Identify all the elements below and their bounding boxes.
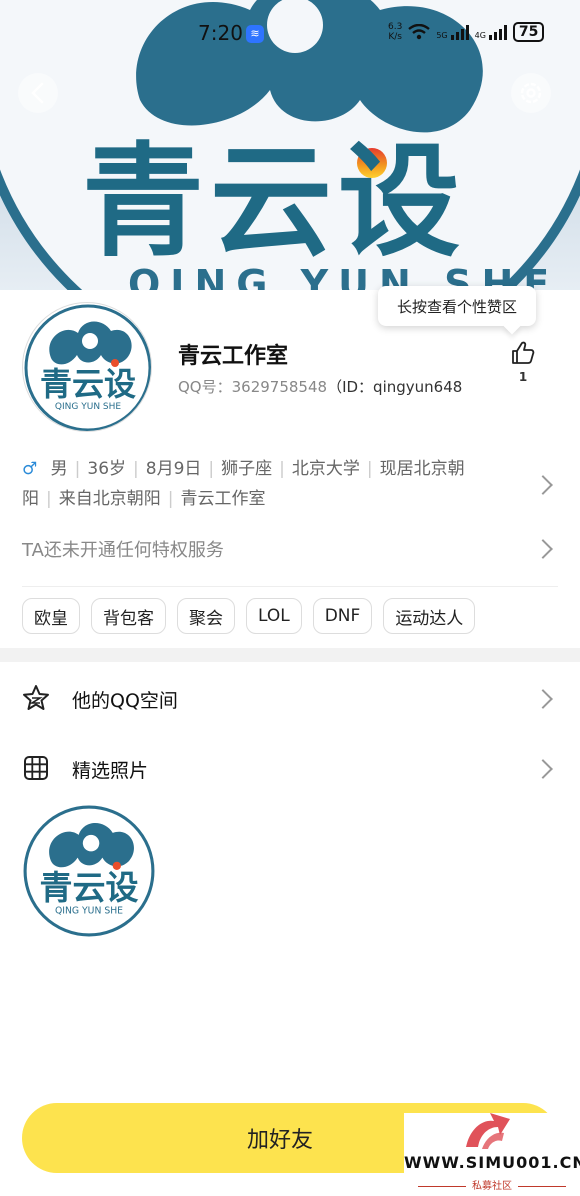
avatar[interactable]: 青云设 QING YUN SHE <box>22 302 152 432</box>
qingyunshe-logo-icon: 青云设 QING YUN SHE <box>24 304 151 431</box>
tag-chip[interactable]: 聚会 <box>177 598 235 634</box>
tag-chip[interactable]: 运动达人 <box>383 598 476 634</box>
chevron-right-icon <box>533 689 553 709</box>
star-icon <box>23 685 49 710</box>
watermark-site: WWW.SIMU001.CN <box>404 1153 580 1172</box>
like-tooltip: 长按查看个性赞区 <box>378 286 536 326</box>
photos-entry[interactable]: 精选照片 <box>0 738 580 798</box>
qq-number-label: QQ号： <box>178 378 232 396</box>
chevron-right-icon <box>533 475 553 495</box>
info-zodiac: 狮子座 <box>221 459 273 479</box>
info-gender: 男 <box>50 459 68 479</box>
site-watermark: WWW.SIMU001.CN 私募社区 <box>404 1113 580 1196</box>
watermark-logo-icon <box>466 1113 510 1149</box>
qzone-entry[interactable]: 他的QQ空间 <box>0 668 580 728</box>
back-arrow-icon <box>31 82 44 104</box>
qq-number: 3629758548 <box>231 378 328 396</box>
like-count: 1 <box>518 370 528 384</box>
tag-chip[interactable]: 欧皇 <box>22 598 80 634</box>
svg-text:QING YUN SHE: QING YUN SHE <box>55 402 121 412</box>
signal-5g-icon: 5G <box>436 24 469 40</box>
qq-id-line[interactable]: QQ号：3629758548（ID：qingyun648 <box>178 376 462 397</box>
svg-text:青云设: 青云设 <box>40 868 139 907</box>
network-speed: 6.3 K/s <box>388 22 403 42</box>
chevron-right-icon <box>533 539 553 559</box>
settings-button[interactable] <box>511 73 551 113</box>
back-button[interactable] <box>18 73 58 113</box>
qingyunshe-logo-icon: 青云设 QING YUN SHE <box>23 805 155 937</box>
svg-text:QING YUN SHE: QING YUN SHE <box>55 905 123 916</box>
grid-icon <box>24 756 48 780</box>
like-button[interactable]: 1 <box>508 340 538 384</box>
info-school: 北京大学 <box>291 459 360 479</box>
gear-icon <box>520 82 542 104</box>
vip-status-row[interactable]: TA还未开通任何特权服务 <box>22 536 224 562</box>
battery-icon: 75 <box>512 22 545 42</box>
photos-label: 精选照片 <box>72 760 149 782</box>
info-birthday: 8月9日 <box>145 459 202 479</box>
svg-text:青云设: 青云设 <box>40 365 136 403</box>
status-time: 7:20 <box>198 21 243 45</box>
wifi-icon <box>408 24 431 40</box>
section-separator <box>0 648 580 662</box>
thumbs-up-icon <box>512 341 535 364</box>
info-hometown: 来自北京朝阳 <box>58 489 161 509</box>
profile-name: 青云工作室 <box>178 344 289 369</box>
profile-info-row[interactable]: ♂ 男 | 36岁 | 8月9日 | 狮子座 | 北京大学 | 现居北京朝阳 | 来自北京朝阳 | 青云工作… <box>22 454 492 514</box>
id-label: （ID： <box>327 378 374 396</box>
signal-4g-icon: 4G <box>475 24 507 40</box>
status-bar: 7:20 ≋ 6.3 K/s 5G 4G 75 <box>0 18 580 52</box>
interest-tags: 欧皇 背包客 聚会 LOL DNF 运动达人 <box>22 598 476 634</box>
profile-card: 青云设 QING YUN SHE 青云工作室 QQ号：3629758548（ID… <box>0 286 580 1196</box>
featured-photo-thumbnail[interactable]: 青云设 QING YUN SHE <box>22 804 156 938</box>
tag-chip[interactable]: DNF <box>312 598 373 634</box>
tag-chip[interactable]: 背包客 <box>91 598 166 634</box>
watermark-subtitle: 私募社区 <box>404 1177 580 1192</box>
tag-chip[interactable]: LOL <box>246 598 302 634</box>
info-company: 青云工作室 <box>180 489 266 509</box>
info-age: 36岁 <box>87 459 127 479</box>
audio-recording-icon: ≋ <box>246 25 264 43</box>
id-value: qingyun648 <box>373 378 463 396</box>
qzone-label: 他的QQ空间 <box>72 690 178 712</box>
chevron-right-icon <box>533 759 553 779</box>
divider <box>22 586 558 587</box>
status-indicators: 6.3 K/s 5G 4G 75 <box>388 22 545 42</box>
cover-logo-title: 青云设 <box>82 129 466 273</box>
male-icon: ♂ <box>22 459 38 479</box>
